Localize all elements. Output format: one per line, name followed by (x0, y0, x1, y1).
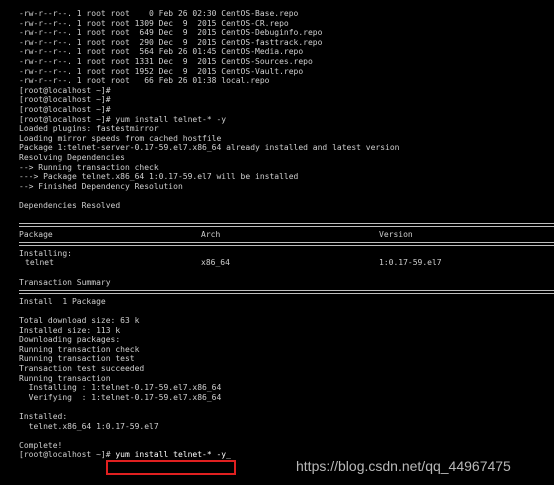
ls-line: -rw-r--r--. 1 root root 649 Dec 9 2015 C… (19, 28, 323, 38)
download-line: Installed: (19, 411, 68, 421)
download-line (0, 431, 554, 441)
ls-output: -rw-r--r--. 1 root root 0 Feb 26 02:30 C… (0, 9, 554, 86)
row-arch: x86_64 (201, 258, 230, 268)
header-package: Package (19, 229, 53, 239)
final-prompt: [root@localhost ~]# (19, 450, 116, 460)
yum-line (0, 210, 554, 220)
prompt-line: [root@localhost ~]# (19, 85, 111, 95)
download-line: Verifying : 1:telnet-0.17-59.el7.x86_64 (19, 392, 222, 402)
download-line: Installed size: 113 k (19, 325, 121, 335)
download-line: Running transaction check (19, 344, 140, 354)
install-command-line: [root@localhost ~]# yum install telnet-*… (19, 114, 227, 124)
yum-line: --> Running transaction check (19, 162, 159, 172)
table-header-row: Package Arch Version (0, 230, 554, 240)
header-arch: Arch (201, 229, 221, 239)
download-line: Downloading packages: (19, 335, 121, 345)
summary-separator (19, 287, 554, 297)
download-line: Complete! (19, 440, 63, 450)
download-line: Installing : 1:telnet-0.17-59.el7.x86_64 (19, 383, 222, 393)
install-count-line: Install 1 Package (19, 296, 106, 306)
download-line: Total download size: 63 k (19, 316, 140, 325)
ls-line: -rw-r--r--. 1 root root 1331 Dec 9 2015 … (19, 56, 313, 66)
download-line: telnet.x86_64 1:0.17-59.el7 (19, 421, 159, 431)
download-line: Running transaction test (19, 354, 135, 364)
ls-line: -rw-r--r--. 1 root root 1309 Dec 9 2015 … (19, 18, 289, 28)
yum-output: Loaded plugins: fastestmirror Loading mir… (0, 124, 554, 220)
download-line: Running transaction (19, 373, 111, 383)
download-line (0, 402, 554, 412)
row-version: 1:0.17-59.el7 (379, 258, 442, 268)
yum-line: Package 1:telnet-server-0.17-59.el7.x86_… (19, 143, 400, 153)
table-row: telnet x86_64 1:0.17-59.el7 (0, 258, 554, 268)
download-output: Total download size: 63 k Installed size:… (0, 316, 554, 450)
prompt-line: [root@localhost ~]# (19, 95, 111, 105)
row-package: telnet (25, 258, 54, 268)
download-line: Transaction test succeeded (19, 363, 145, 373)
prompt-line: [root@localhost ~]# (19, 104, 111, 114)
highlight-box (106, 460, 236, 475)
empty-prompts: [root@localhost ~]# [root@localhost ~]# [r… (0, 86, 554, 115)
ls-line: -rw-r--r--. 1 root root 1952 Dec 9 2015 … (19, 66, 304, 76)
ls-line: -rw-r--r--. 1 root root 564 Feb 26 01:45… (19, 47, 304, 57)
yum-line: ---> Package telnet.x86_64 1:0.17-59.el7… (19, 172, 299, 182)
yum-line: Loading mirror speeds from cached hostfi… (19, 133, 222, 143)
installing-label: Installing: (19, 248, 72, 258)
table-separator-mid (19, 239, 554, 249)
final-command: yum install telnet-* -y_ (115, 450, 231, 460)
yum-line: Resolving Dependencies (19, 152, 125, 162)
ls-line: -rw-r--r--. 1 root root 66 Feb 26 01:38 … (19, 76, 270, 86)
terminal-window[interactable]: -rw-r--r--. 1 root root 0 Feb 26 02:30 C… (0, 0, 554, 485)
yum-line: --> Finished Dependency Resolution (19, 181, 183, 191)
ls-line: -rw-r--r--. 1 root root 0 Feb 26 02:30 C… (19, 9, 299, 18)
watermark-url: https://blog.csdn.net/qq_44967475 (296, 458, 511, 474)
ls-line: -rw-r--r--. 1 root root 290 Dec 9 2015 C… (19, 37, 323, 47)
header-version: Version (379, 229, 413, 239)
yum-line: Loaded plugins: fastestmirror (19, 124, 159, 134)
yum-line (0, 191, 554, 201)
transaction-summary-title: Transaction Summary (19, 277, 111, 287)
table-separator-top (19, 220, 554, 230)
yum-line: Dependencies Resolved (19, 200, 121, 210)
